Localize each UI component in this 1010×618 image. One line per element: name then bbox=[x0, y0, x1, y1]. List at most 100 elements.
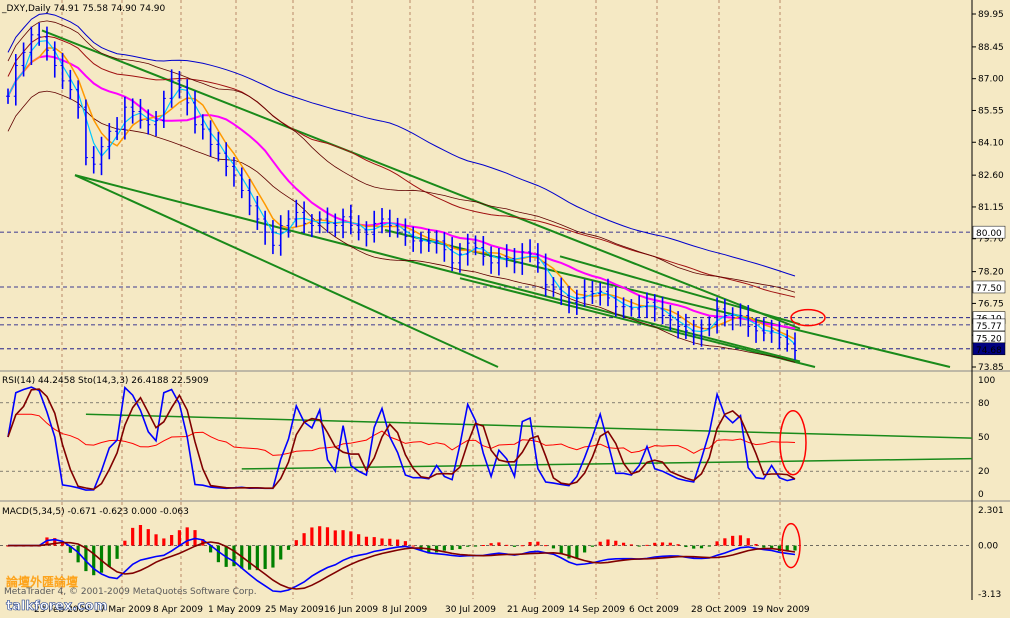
macd-histogram-bar bbox=[372, 537, 376, 546]
macd-histogram-bar bbox=[247, 545, 252, 570]
y-tick-label: 84.10 bbox=[978, 138, 1004, 148]
macd-histogram-bar bbox=[653, 542, 657, 546]
macd-histogram-bar bbox=[692, 545, 696, 549]
macd-histogram-bar bbox=[645, 544, 649, 546]
macd-histogram-bar bbox=[170, 535, 174, 546]
macd-histogram-bar bbox=[450, 545, 454, 550]
y-tick-label: 87.00 bbox=[978, 75, 1004, 85]
macd-histogram-bar bbox=[583, 545, 587, 553]
price-tag-label: 75.77 bbox=[976, 322, 1002, 332]
macd-histogram-bar bbox=[185, 527, 189, 546]
macd-histogram-bar bbox=[676, 544, 680, 546]
osc-tick-label: 80 bbox=[978, 399, 990, 409]
osc-tick-label: 50 bbox=[978, 433, 990, 443]
rsi-header: RSI(14) 44.2458 Sto(14,3,3) 26.4188 22.5… bbox=[2, 376, 209, 386]
macd-histogram-bar bbox=[668, 542, 672, 546]
y-tick-label: 73.85 bbox=[978, 363, 1004, 373]
macd-histogram-bar bbox=[123, 540, 127, 546]
macd-histogram-bar bbox=[544, 545, 548, 547]
x-tick-label: 14 Sep 2009 bbox=[568, 605, 625, 615]
macd-histogram-bar bbox=[357, 534, 361, 546]
macd-histogram-bar bbox=[699, 545, 704, 549]
macd-histogram-bar bbox=[621, 542, 626, 546]
macd-histogram-bar bbox=[473, 545, 478, 547]
macd-histogram-bar bbox=[731, 535, 735, 546]
macd-histogram-bar bbox=[505, 544, 509, 546]
macd-tick-label: 2.301 bbox=[978, 506, 1004, 516]
x-tick-label: 28 Oct 2009 bbox=[691, 605, 747, 615]
osc-tick-label: 0 bbox=[978, 490, 984, 500]
x-tick-label: 21 Aug 2009 bbox=[507, 605, 565, 615]
macd-histogram-bar bbox=[481, 545, 485, 547]
macd-histogram-bar bbox=[92, 545, 96, 576]
macd-histogram-bar bbox=[286, 545, 291, 550]
macd-histogram-bar bbox=[606, 539, 610, 546]
macd-histogram-bar bbox=[279, 545, 283, 560]
macd-histogram-bar bbox=[614, 540, 618, 546]
metatrader-chart-window[interactable]: 23 Feb 2009 17 Mar 2009 8 Apr 2009 1 May 20… bbox=[0, 0, 1010, 618]
macd-histogram-bar bbox=[497, 542, 501, 546]
price-tag-label: 74.68 bbox=[976, 346, 1002, 356]
macd-histogram-bar bbox=[177, 530, 182, 546]
macd-histogram-bar bbox=[154, 534, 158, 546]
macd-histogram-bar bbox=[746, 538, 750, 546]
x-tick-label: 19 Nov 2009 bbox=[752, 605, 810, 615]
x-tick-label: 1 May 2009 bbox=[208, 605, 261, 615]
x-tick-label: 30 Jul 2009 bbox=[445, 605, 496, 615]
macd-histogram-bar bbox=[333, 530, 337, 546]
macd-histogram-bar bbox=[364, 536, 369, 546]
macd-histogram-bar bbox=[403, 541, 407, 546]
macd-histogram-bar bbox=[115, 545, 119, 559]
y-tick-label: 78.20 bbox=[978, 268, 1004, 278]
macd-histogram-bar bbox=[590, 545, 595, 547]
y-tick-label: 88.45 bbox=[978, 43, 1004, 53]
macd-histogram-bar bbox=[325, 527, 330, 546]
x-tick-label: 25 May 2009 bbox=[265, 605, 324, 615]
macd-histogram-bar bbox=[551, 545, 556, 549]
y-tick-label: 89.95 bbox=[978, 10, 1004, 20]
macd-tick-label: -3.13 bbox=[978, 590, 1001, 600]
x-tick-label: 8 Jul 2009 bbox=[382, 605, 427, 615]
macd-histogram-bar bbox=[318, 526, 322, 546]
macd-histogram-bar bbox=[442, 545, 446, 551]
macd-header: MACD(5,34,5) -0.671 -0.623 0.000 -0.063 bbox=[2, 507, 189, 517]
macd-histogram-bar bbox=[396, 539, 400, 546]
macd-histogram-bar bbox=[255, 545, 259, 571]
macd-histogram-bar bbox=[707, 545, 711, 547]
macd-histogram-bar bbox=[434, 545, 439, 553]
macd-histogram-bar bbox=[489, 543, 493, 546]
macd-histogram-bar bbox=[466, 545, 470, 547]
macd-histogram-bar bbox=[341, 530, 345, 546]
price-panel[interactable] bbox=[0, 0, 972, 370]
macd-histogram-bar bbox=[629, 544, 633, 546]
chart-canvas[interactable]: 23 Feb 2009 17 Mar 2009 8 Apr 2009 1 May 20… bbox=[0, 0, 1010, 618]
osc-tick-label: 20 bbox=[978, 467, 990, 477]
macd-histogram-bar bbox=[302, 533, 306, 546]
macd-histogram-bar bbox=[349, 531, 353, 546]
site-watermark: talkforex.com bbox=[6, 599, 107, 614]
macd-histogram-bar bbox=[762, 545, 766, 548]
macd-histogram-bar bbox=[60, 543, 65, 546]
macd-histogram-bar bbox=[520, 545, 524, 547]
macd-histogram-bar bbox=[380, 538, 384, 546]
macd-histogram-bar bbox=[793, 545, 797, 551]
macd-histogram-bar bbox=[723, 538, 727, 546]
macd-histogram-bar bbox=[162, 538, 166, 546]
price-header: _DXY,Daily 74.91 75.58 74.90 74.90 bbox=[1, 4, 166, 14]
macd-histogram-bar bbox=[263, 545, 267, 569]
macd-histogram-bar bbox=[107, 545, 111, 567]
x-tick-label: 16 Jun 2009 bbox=[324, 605, 378, 615]
macd-histogram-bar bbox=[146, 529, 150, 546]
price-tag-label: 80.00 bbox=[976, 229, 1002, 239]
macd-histogram-bar bbox=[138, 525, 143, 546]
y-tick-label: 76.75 bbox=[978, 299, 1004, 309]
y-tick-label: 85.55 bbox=[978, 106, 1004, 116]
macd-histogram-bar bbox=[528, 541, 532, 546]
macd-histogram-bar bbox=[411, 545, 415, 547]
macd-histogram-bar bbox=[294, 540, 298, 546]
macd-histogram-bar bbox=[738, 535, 743, 546]
x-tick-label: 8 Apr 2009 bbox=[153, 605, 203, 615]
macd-histogram-bar bbox=[715, 541, 719, 546]
y-tick-label: 82.60 bbox=[978, 171, 1004, 181]
price-tag-label: 77.50 bbox=[976, 284, 1002, 294]
